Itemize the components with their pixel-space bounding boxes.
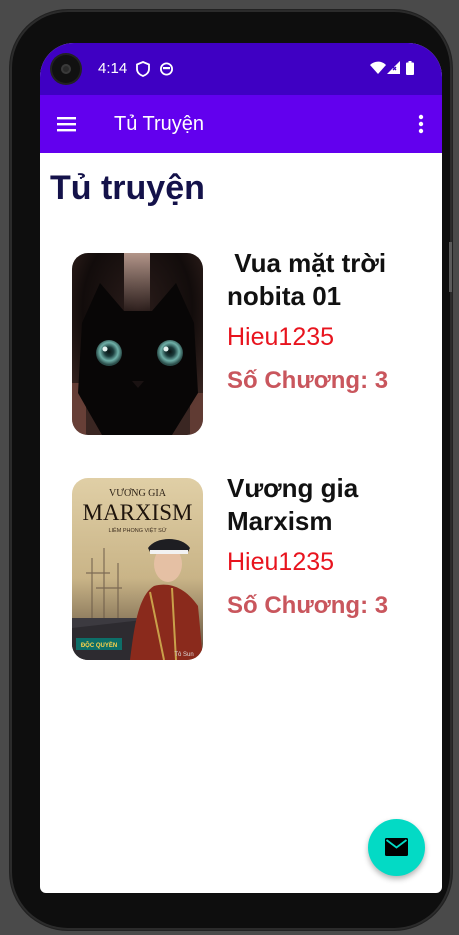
menu-icon[interactable] <box>56 113 78 135</box>
email-icon <box>385 838 408 856</box>
cover-text-top: VƯƠNG GIA <box>109 488 167 499</box>
app-bar-title: Tủ Truyện <box>114 113 205 135</box>
marxism-book-cover-image: VƯƠNG GIA MARXISM LIÊM PHONG VIỆT SỬ ĐỘC… <box>72 478 203 660</box>
story-title: Vương gia Marxism <box>227 473 366 536</box>
signal-icon <box>387 61 400 74</box>
story-item[interactable]: VƯƠNG GIA MARXISM LIÊM PHONG VIỆT SỬ ĐỘC… <box>72 473 422 660</box>
story-title: Vua mặt trời nobita 01 <box>227 248 394 311</box>
more-vert-icon[interactable] <box>414 113 428 135</box>
shield-icon <box>136 61 150 77</box>
cover-text-sub: LIÊM PHONG VIỆT SỬ <box>108 526 166 534</box>
screen: 4:14 Tủ Truyện Tủ truyện Vua mặt trời no… <box>40 43 442 893</box>
black-cat-cover-image <box>72 253 203 435</box>
story-cover-marxism[interactable]: VƯƠNG GIA MARXISM LIÊM PHONG VIỆT SỬ ĐỘC… <box>72 478 203 660</box>
email-fab-button[interactable] <box>368 819 425 876</box>
app-bar: Tủ Truyện <box>40 95 442 153</box>
page-heading: Tủ truyện <box>50 169 205 207</box>
story-cover-black-cat[interactable] <box>72 253 203 435</box>
cover-text-main: MARXISM <box>83 500 193 525</box>
status-time: 4:14 <box>98 60 128 77</box>
camera-cutout <box>52 55 80 83</box>
battery-icon <box>406 61 414 75</box>
side-button <box>449 242 452 292</box>
story-author: Hieu1235 <box>227 548 335 576</box>
robot-icon <box>160 62 173 76</box>
story-chapter-count: Số Chương: 3 <box>227 592 389 619</box>
story-chapter-count: Số Chương: 3 <box>227 367 389 394</box>
story-item[interactable]: Vua mặt trời nobita 01 Hieu1235 Số Chươn… <box>72 248 422 435</box>
wifi-icon <box>370 61 386 74</box>
cover-text-corner: Tô Sun <box>174 652 193 658</box>
cover-text-badge: ĐỘC QUYỀN <box>81 641 117 649</box>
story-author: Hieu1235 <box>227 323 335 351</box>
status-bar: 4:14 <box>40 43 442 95</box>
phone-frame: 4:14 Tủ Truyện Tủ truyện Vua mặt trời no… <box>10 10 452 930</box>
